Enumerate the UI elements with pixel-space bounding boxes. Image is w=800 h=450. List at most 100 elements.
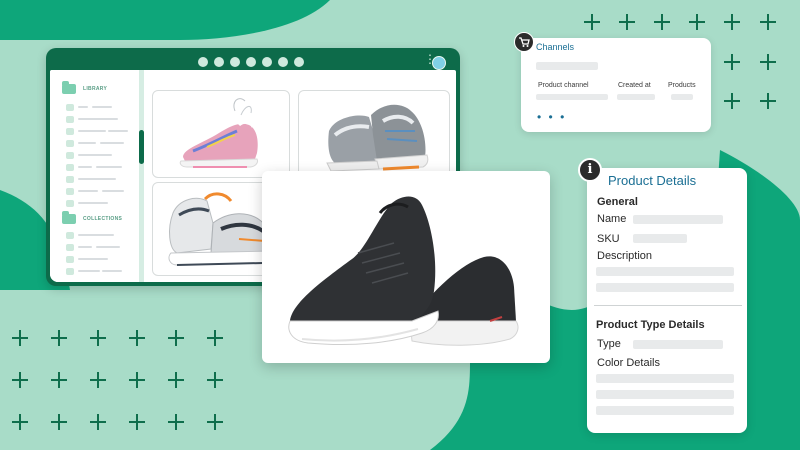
row-placeholder[interactable] — [78, 258, 108, 260]
description-placeholder[interactable] — [596, 267, 734, 276]
table-cell-placeholder — [671, 94, 693, 100]
plus-icon — [51, 414, 67, 430]
plus-icon — [90, 372, 106, 388]
sidebar-section-collections[interactable]: COLLECTIONS — [83, 216, 122, 222]
row-placeholder[interactable] — [96, 246, 120, 248]
window-dot[interactable] — [262, 57, 272, 67]
row-placeholder[interactable] — [78, 106, 88, 108]
row-placeholder[interactable] — [78, 130, 106, 132]
row-icon — [66, 256, 74, 263]
name-value-placeholder[interactable] — [633, 215, 723, 224]
row-placeholder[interactable] — [78, 270, 100, 272]
info-icon: i — [578, 158, 602, 182]
plus-icon — [168, 372, 184, 388]
row-icon — [66, 176, 74, 183]
row-icon — [66, 116, 74, 123]
plus-icon — [724, 93, 740, 109]
details-title: Product Details — [608, 173, 697, 188]
kebab-menu-icon[interactable] — [424, 52, 436, 66]
plus-icon — [724, 14, 740, 30]
cart-icon — [514, 32, 534, 52]
row-placeholder[interactable] — [78, 246, 92, 248]
type-value-placeholder[interactable] — [633, 340, 723, 349]
gallery-tile[interactable] — [152, 90, 290, 178]
row-icon — [66, 232, 74, 239]
column-header[interactable]: Created at — [618, 82, 651, 89]
plus-icon — [760, 54, 776, 70]
sidebar: LIBRARY COLLECTIONS — [50, 70, 140, 282]
placeholder-bar — [536, 62, 598, 70]
field-label-name: Name — [597, 213, 627, 225]
row-placeholder[interactable] — [78, 234, 114, 236]
row-placeholder[interactable] — [102, 270, 122, 272]
row-placeholder[interactable] — [100, 142, 124, 144]
product-photo-card[interactable] — [262, 171, 550, 363]
table-cell-placeholder — [536, 94, 608, 100]
plus-icon — [760, 93, 776, 109]
plus-icon — [654, 14, 670, 30]
plus-icon — [12, 372, 28, 388]
row-icon — [66, 128, 74, 135]
plus-icon — [168, 330, 184, 346]
column-header[interactable]: Products — [668, 82, 696, 89]
color-placeholder[interactable] — [596, 390, 734, 399]
row-placeholder[interactable] — [102, 190, 124, 192]
row-placeholder[interactable] — [108, 130, 128, 132]
channels-title: Channels — [536, 42, 575, 52]
more-dots[interactable]: • • • — [537, 110, 566, 124]
plus-icon — [207, 330, 223, 346]
row-placeholder[interactable] — [92, 106, 112, 108]
plus-icon — [51, 372, 67, 388]
sidebar-section-library[interactable]: LIBRARY — [83, 86, 107, 92]
row-placeholder[interactable] — [78, 190, 98, 192]
folder-icon — [62, 81, 76, 94]
field-label-color-details: Color Details — [597, 357, 660, 369]
general-heading: General — [597, 196, 638, 208]
plus-icon — [689, 14, 705, 30]
window-dot[interactable] — [278, 57, 288, 67]
row-placeholder[interactable] — [78, 178, 116, 180]
details-divider — [594, 305, 742, 306]
row-icon — [66, 104, 74, 111]
plus-icon — [51, 330, 67, 346]
avatar[interactable] — [432, 56, 446, 70]
sidebar-scrollbar[interactable] — [139, 130, 144, 164]
window-dot[interactable] — [294, 57, 304, 67]
row-icon — [66, 200, 74, 207]
row-icon — [66, 188, 74, 195]
color-placeholder[interactable] — [596, 406, 734, 415]
type-heading: Product Type Details — [596, 319, 705, 331]
row-placeholder[interactable] — [78, 118, 118, 120]
plus-icon — [90, 414, 106, 430]
folder-icon — [62, 211, 76, 224]
window-dot[interactable] — [214, 57, 224, 67]
field-label-description: Description — [597, 250, 653, 262]
plus-icon — [90, 330, 106, 346]
row-placeholder[interactable] — [78, 202, 108, 204]
row-placeholder[interactable] — [78, 154, 112, 156]
plus-icon — [129, 414, 145, 430]
pink-sneaker-image — [179, 98, 258, 168]
row-icon — [66, 244, 74, 251]
table-cell-placeholder — [617, 94, 655, 100]
column-header[interactable]: Product channel — [538, 82, 589, 89]
sku-value-placeholder[interactable] — [633, 234, 687, 243]
window-dot[interactable] — [230, 57, 240, 67]
row-placeholder[interactable] — [96, 166, 122, 168]
gray-sneaker-image — [326, 104, 429, 172]
plus-icon — [207, 372, 223, 388]
color-placeholder[interactable] — [596, 374, 734, 383]
gallery-tile[interactable] — [298, 90, 450, 178]
plus-icon — [129, 330, 145, 346]
row-icon — [66, 152, 74, 159]
field-label-sku: SKU — [597, 233, 620, 245]
row-icon — [66, 268, 74, 275]
row-icon — [66, 164, 74, 171]
row-placeholder[interactable] — [78, 166, 92, 168]
description-placeholder[interactable] — [596, 283, 734, 292]
row-placeholder[interactable] — [78, 142, 96, 144]
plus-icon — [12, 330, 28, 346]
window-dot[interactable] — [246, 57, 256, 67]
window-dot[interactable] — [198, 57, 208, 67]
plus-icon — [584, 14, 600, 30]
